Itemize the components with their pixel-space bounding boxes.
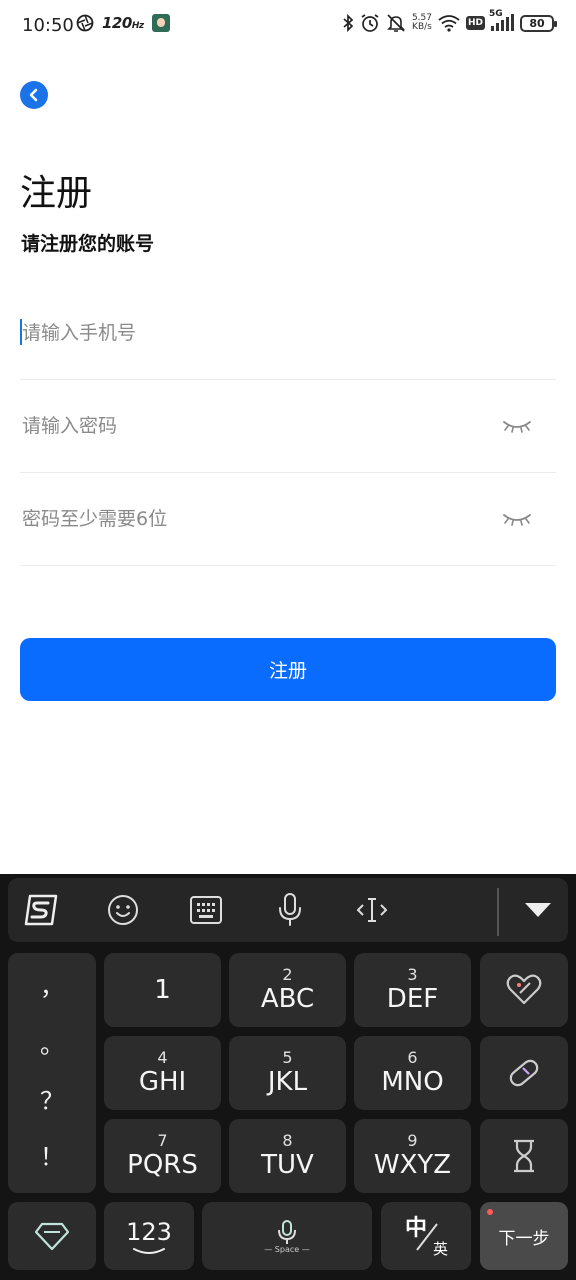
eye-closed-icon[interactable] <box>502 511 532 527</box>
text-cursor-icon <box>357 898 387 922</box>
key-6[interactable]: 6 MNO <box>354 1036 471 1110</box>
back-button[interactable] <box>20 81 48 109</box>
hourglass-icon <box>514 1139 534 1173</box>
hd-badge: HD <box>465 16 485 30</box>
cursor-move-button[interactable] <box>348 886 396 934</box>
battery-icon: 80 <box>520 14 557 32</box>
phone-field <box>20 287 556 380</box>
key-5[interactable]: 5 JKL <box>229 1036 346 1110</box>
space-label: — Space — <box>264 1244 310 1254</box>
phone-input[interactable] <box>20 287 490 379</box>
heart-tag-icon <box>506 974 542 1005</box>
key-2[interactable]: 2 ABC <box>229 953 346 1027</box>
lang-en-label: 英 <box>433 1240 449 1258</box>
refresh-rate-indicator: 120Hz <box>102 14 144 32</box>
password-input[interactable] <box>20 380 490 472</box>
key-9[interactable]: 9 WXYZ <box>354 1119 471 1193</box>
notification-dot <box>487 1209 493 1215</box>
sogou-logo-button[interactable] <box>18 886 66 934</box>
key-1[interactable]: 1 <box>104 953 221 1027</box>
key-7[interactable]: 7 PQRS <box>104 1119 221 1193</box>
punct-period-key[interactable]: 。 <box>8 1025 96 1060</box>
status-left-icons: 120Hz <box>76 14 170 32</box>
status-right-icons: 5.57 KB/s HD 5G 80 <box>342 9 557 33</box>
register-button[interactable]: 注册 <box>20 638 556 701</box>
toolbar-divider <box>497 888 499 936</box>
punct-comma-key[interactable]: ， <box>8 967 96 1002</box>
key-4[interactable]: 4 GHI <box>104 1036 221 1110</box>
next-step-label: 下一步 <box>498 1228 550 1249</box>
punctuation-column: ， 。 ？ ！ <box>8 953 96 1193</box>
eraser-key[interactable] <box>480 1036 568 1110</box>
hourglass-key[interactable] <box>480 1119 568 1193</box>
key-8[interactable]: 8 TUV <box>229 1119 346 1193</box>
numeric-switch-key[interactable]: 123 <box>104 1202 194 1270</box>
skin-key[interactable] <box>8 1202 96 1270</box>
page-subtitle: 请注册您的账号 <box>21 233 155 255</box>
app-avatar-icon <box>151 14 170 32</box>
microphone-icon <box>279 893 301 926</box>
chevron-left-icon <box>29 88 38 102</box>
key-3[interactable]: 3 DEF <box>354 953 471 1027</box>
keyboard-toolbar <box>8 878 568 942</box>
status-time: 10:50 <box>22 15 74 36</box>
wifi-icon <box>438 15 460 32</box>
net-speed: 5.57 KB/s <box>411 13 432 32</box>
next-step-key[interactable]: 下一步 <box>480 1202 568 1270</box>
punct-question-key[interactable]: ？ <box>8 1081 96 1116</box>
password-field <box>20 380 556 473</box>
microphone-icon <box>278 1219 296 1244</box>
smiley-icon <box>108 895 138 925</box>
triangle-down-icon <box>525 903 551 917</box>
confirm-password-input[interactable] <box>20 473 490 565</box>
soft-keyboard: ， 。 ？ ！ 1 2 ABC 3 DEF 4 GHI 5 JKL 6 MNO <box>0 874 576 1280</box>
keyboard-switch-button[interactable] <box>182 886 230 934</box>
aperture-icon <box>76 14 94 32</box>
smile-curve-icon <box>133 1248 165 1254</box>
eraser-icon <box>509 1059 539 1087</box>
emoji-button[interactable] <box>99 886 147 934</box>
favorites-key[interactable] <box>480 953 568 1027</box>
keyboard-icon <box>190 896 222 924</box>
mute-bell-icon <box>387 14 405 32</box>
gem-icon <box>34 1222 70 1251</box>
space-key[interactable]: — Space — <box>202 1202 372 1270</box>
confirm-password-field <box>20 473 556 566</box>
bluetooth-icon <box>343 14 354 32</box>
eye-closed-icon[interactable] <box>502 418 532 434</box>
status-bar: 10:50 120Hz 5.57 KB/s HD 5G 80 <box>0 0 576 54</box>
language-switch-key[interactable]: 中 英 <box>381 1202 471 1270</box>
sogou-logo-icon <box>24 894 58 926</box>
alarm-icon <box>361 14 379 32</box>
hide-keyboard-button[interactable] <box>514 886 562 934</box>
voice-input-button[interactable] <box>266 886 314 934</box>
page-title: 注册 <box>20 173 93 214</box>
signal-icon: 5G <box>489 9 514 31</box>
network-type: 5G <box>489 9 503 19</box>
punct-exclaim-key[interactable]: ！ <box>8 1137 96 1172</box>
